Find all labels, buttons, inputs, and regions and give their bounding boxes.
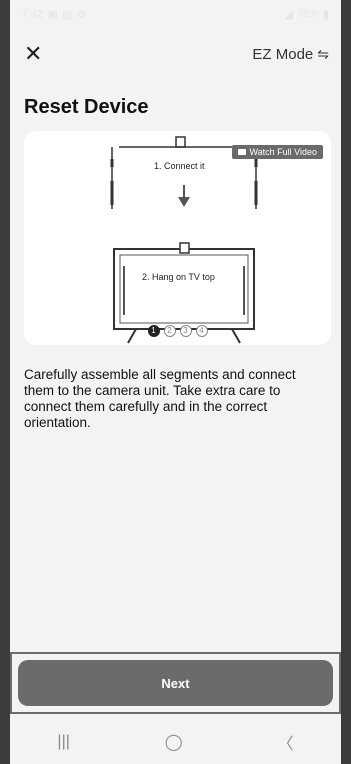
signal-icon: ◢ [284, 8, 293, 21]
top-nav: ✕ EZ Mode ⇋ [10, 28, 341, 80]
status-bar: 7:42 ▣ ▤ ⚙ ◢ 76% ▮ [10, 0, 341, 28]
recent-apps-icon[interactable]: ||| [57, 733, 69, 751]
watch-video-button[interactable]: Watch Full Video [232, 145, 323, 159]
camera-unit [175, 136, 186, 148]
pager-dot-4[interactable]: 4 [195, 325, 208, 337]
ez-mode-toggle[interactable]: EZ Mode ⇋ [252, 46, 329, 63]
home-icon[interactable]: ◯ [165, 732, 183, 752]
instruction-illustration-card: 1. Connect it 2. Hang on TV top Watch Fu… [24, 131, 331, 345]
battery-icon: ▮ [322, 8, 329, 21]
pager-dot-3[interactable]: 3 [179, 325, 192, 337]
gallery-icon: ▤ [61, 8, 73, 21]
step-pager: 1 2 3 4 [24, 325, 331, 337]
settings-icon: ⚙ [76, 8, 87, 21]
pager-dot-1[interactable]: 1 [147, 325, 160, 337]
video-camera-icon [238, 149, 247, 155]
ez-mode-label: EZ Mode [252, 45, 314, 63]
instruction-illustration: 1. Connect it 2. Hang on TV top [110, 136, 258, 344]
swap-icon: ⇋ [317, 45, 329, 62]
phone-screen: 7:42 ▣ ▤ ⚙ ◢ 76% ▮ ✕ EZ Mode ⇋ Reset Dev… [0, 0, 351, 764]
next-button-container: Next [10, 652, 341, 714]
system-nav-bar: ||| ◯ 〈 [10, 720, 341, 764]
notification-icon: ▣ [47, 8, 58, 21]
close-button[interactable]: ✕ [24, 41, 52, 67]
step2-label: 2. Hang on TV top [142, 272, 215, 282]
instruction-text: Carefully assemble all segments and conn… [24, 367, 296, 430]
pager-dot-2[interactable]: 2 [163, 325, 176, 337]
arrow-down-head-icon [178, 197, 190, 207]
watch-video-label: Watch Full Video [249, 147, 317, 157]
page-title: Reset Device [24, 96, 149, 118]
status-time: 7:42 [22, 8, 44, 20]
next-button[interactable]: Next [18, 660, 333, 706]
battery-text: 76% [296, 8, 319, 20]
back-icon[interactable]: 〈 [278, 730, 294, 754]
step1-label: 1. Connect it [154, 161, 205, 171]
